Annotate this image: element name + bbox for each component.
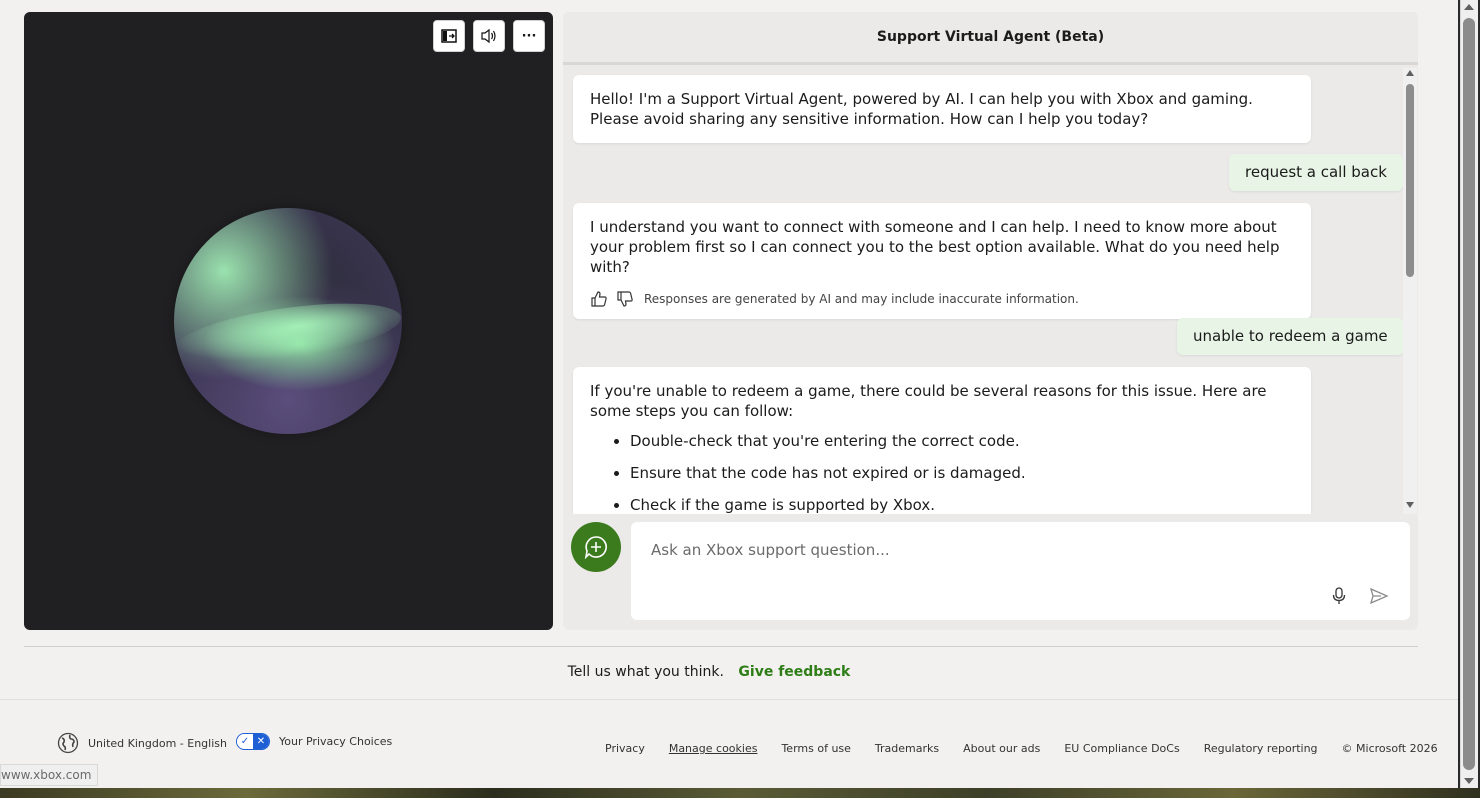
- chat-scroll-up-icon[interactable]: [1406, 70, 1414, 76]
- chat-plus-icon: [584, 536, 607, 559]
- divider: [24, 646, 1418, 647]
- panel-expand-icon: [441, 29, 457, 43]
- message-composer: [631, 522, 1410, 620]
- ai-avatar-orb: [171, 208, 405, 434]
- privacy-choices-link[interactable]: ✓ ✕ Your Privacy Choices: [236, 733, 392, 750]
- footer-link-about-ads[interactable]: About our ads: [963, 742, 1040, 755]
- chat-scroll-down-icon[interactable]: [1406, 502, 1414, 508]
- page-scrollbar-thumb[interactable]: [1463, 18, 1475, 770]
- footer: United Kingdom - English ✓ ✕ Your Privacy…: [0, 700, 1458, 788]
- page-scroll-down-icon[interactable]: [1464, 778, 1474, 784]
- ai-disclaimer: Responses are generated by AI and may in…: [644, 292, 1079, 306]
- give-feedback-link[interactable]: Give feedback: [738, 664, 850, 680]
- send-button[interactable]: [1368, 586, 1390, 606]
- footer-link-trademarks[interactable]: Trademarks: [875, 742, 939, 755]
- speaker-icon: [481, 28, 496, 44]
- user-message: request a call back: [1229, 154, 1403, 191]
- copyright: © Microsoft 2026: [1341, 742, 1438, 755]
- bot-message-text: Hello! I'm a Support Virtual Agent, powe…: [590, 90, 1253, 128]
- message-input[interactable]: [651, 538, 1351, 562]
- footer-link-regulatory[interactable]: Regulatory reporting: [1204, 742, 1318, 755]
- status-bar-url: www.xbox.com: [0, 764, 99, 786]
- footer-link-manage-cookies[interactable]: Manage cookies: [669, 742, 758, 755]
- privacy-choices-label: Your Privacy Choices: [279, 735, 393, 748]
- bot-message-text: If you're unable to redeem a game, there…: [590, 382, 1267, 420]
- list-item: Double-check that you're entering the co…: [630, 431, 1294, 451]
- desktop-background-strip: [0, 788, 1480, 798]
- locale-selector[interactable]: United Kingdom - English: [57, 732, 227, 754]
- page-scroll-up-icon[interactable]: [1464, 4, 1474, 10]
- bot-message-text: I understand you want to connect with so…: [590, 218, 1280, 276]
- footer-link-privacy[interactable]: Privacy: [605, 742, 645, 755]
- feedback-prompt: Tell us what you think.: [567, 664, 724, 680]
- chat-transcript[interactable]: Hello! I'm a Support Virtual Agent, powe…: [563, 68, 1418, 514]
- list-item: Ensure that the code has not expired or …: [630, 463, 1294, 483]
- bot-message: I understand you want to connect with so…: [573, 203, 1311, 319]
- response-feedback-row: Responses are generated by AI and may in…: [590, 289, 1294, 309]
- user-message: unable to redeem a game: [1177, 318, 1404, 355]
- chat-title: Support Virtual Agent (Beta): [563, 12, 1418, 65]
- footer-link-eu-compliance[interactable]: EU Compliance DoCs: [1064, 742, 1179, 755]
- thumbs-up-icon[interactable]: [590, 290, 608, 308]
- bot-message: If you're unable to redeem a game, there…: [573, 367, 1311, 514]
- locale-label: United Kingdom - English: [88, 736, 227, 750]
- send-icon: [1369, 587, 1389, 605]
- feedback-bar: Tell us what you think. Give feedback: [0, 664, 1418, 680]
- privacy-toggle-icon: ✓ ✕: [236, 733, 270, 750]
- more-options-button[interactable]: ···: [513, 20, 545, 52]
- globe-icon: [57, 732, 79, 754]
- thumbs-down-icon[interactable]: [616, 290, 634, 308]
- chat-panel: Support Virtual Agent (Beta) Hello! I'm …: [563, 12, 1418, 630]
- panel-toggle-button[interactable]: [433, 20, 465, 52]
- microphone-icon: [1332, 587, 1346, 604]
- list-item: Check if the game is supported by Xbox.: [630, 495, 1294, 514]
- steps-list: Double-check that you're entering the co…: [590, 431, 1294, 514]
- footer-links: Privacy Manage cookies Terms of use Trad…: [605, 742, 1438, 755]
- bot-message: Hello! I'm a Support Virtual Agent, powe…: [573, 75, 1311, 143]
- footer-link-terms[interactable]: Terms of use: [781, 742, 850, 755]
- orb-highlight: [171, 292, 405, 374]
- microphone-button[interactable]: [1329, 586, 1349, 606]
- new-chat-button[interactable]: [571, 522, 621, 572]
- chat-scrollbar-thumb[interactable]: [1406, 84, 1414, 277]
- avatar-panel: ···: [24, 12, 553, 630]
- sound-button[interactable]: [473, 20, 505, 52]
- more-icon: ···: [521, 28, 537, 44]
